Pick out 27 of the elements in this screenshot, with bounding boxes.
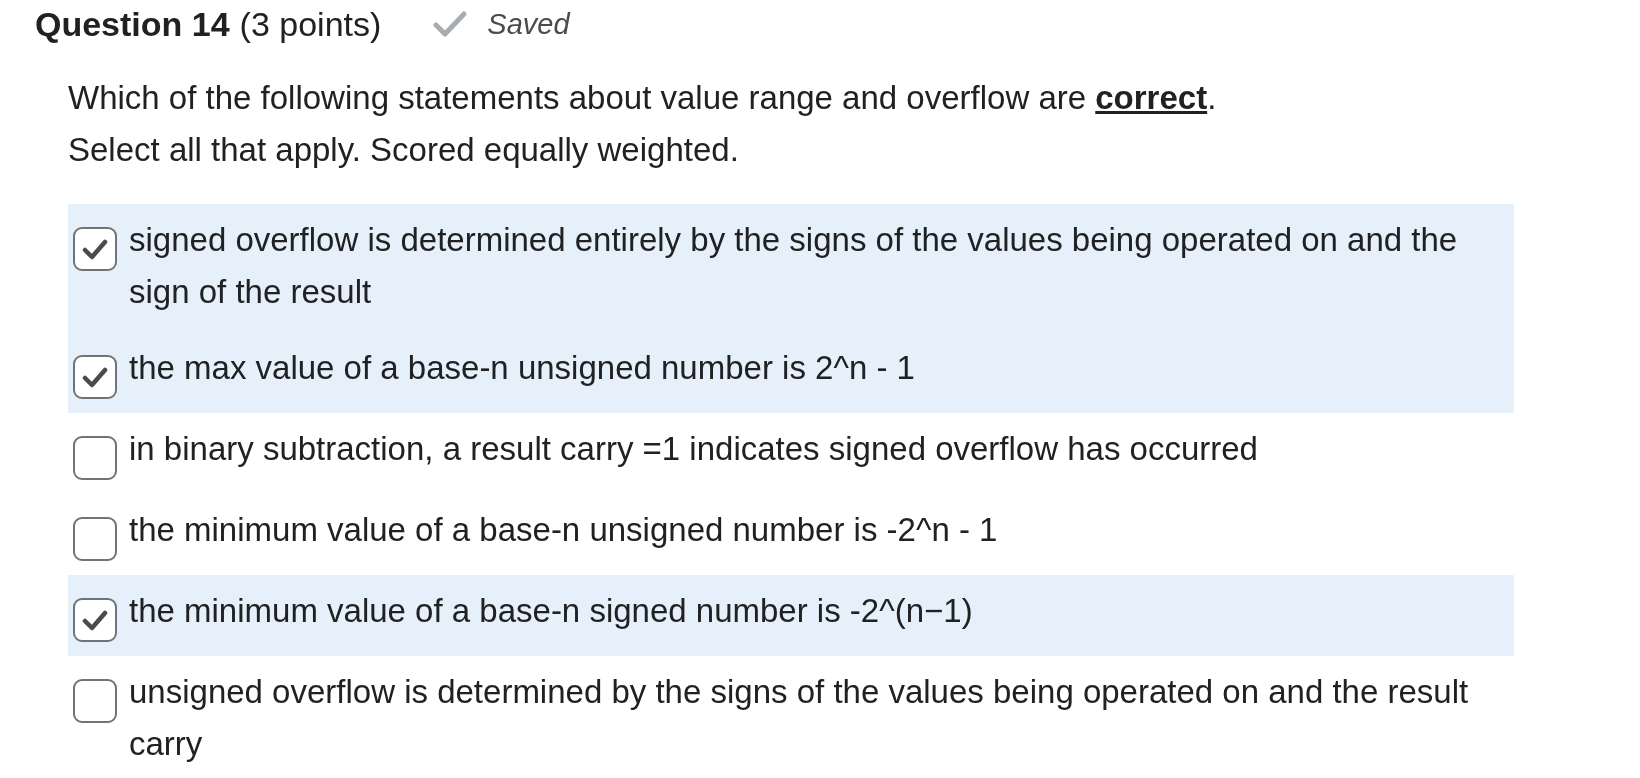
checkmark-icon (82, 366, 108, 388)
option-label: unsigned overflow is determined by the signs of the values being operated on and the result carry (129, 672, 1469, 764)
answer-option[interactable]: unsigned overflow is determined by the signs of the values being operated on and the result carry (68, 656, 1514, 778)
answer-option[interactable]: the max value of a base-n unsigned number is 2^n - 1 (68, 332, 1514, 413)
checkmark-icon (82, 238, 108, 260)
checkbox[interactable] (73, 517, 117, 561)
checkbox[interactable] (73, 436, 117, 480)
checkbox[interactable] (73, 227, 117, 271)
option-label: the minimum value of a base-n unsigned number is -2^n - 1 (129, 510, 999, 550)
answer-option[interactable]: in binary subtraction, a result carry =1 indicates signed overflow has occurred (68, 413, 1514, 494)
option-label: the minimum value of a base-n signed number is -2^(n−1) (129, 591, 974, 631)
check-icon (433, 11, 468, 37)
checkmark-icon (82, 609, 108, 631)
answer-option[interactable]: signed overflow is determined entirely by the signs of the values being operated on and the sign of the result (68, 204, 1514, 332)
answer-option[interactable]: the minimum value of a base-n unsigned number is -2^n - 1 (68, 494, 1514, 575)
checkbox[interactable] (73, 679, 117, 723)
save-status: Saved (487, 7, 570, 41)
question-instructions: Select all that apply. Scored equally weighted. (68, 130, 740, 170)
points-label: (3 points) (239, 4, 382, 44)
option-label: in binary subtraction, a result carry =1 indicates signed overflow has occurred (129, 429, 1259, 469)
question-prompt: Which of the following statements about value range and overflow are correct. (68, 78, 1218, 118)
option-label: the max value of a base-n unsigned number is 2^n - 1 (129, 348, 916, 388)
answer-option[interactable]: the minimum value of a base-n signed number is -2^(n−1) (68, 575, 1514, 656)
checkbox[interactable] (73, 355, 117, 399)
option-label: signed overflow is determined entirely by the signs of the values being operated on and the sign of the result (129, 220, 1459, 312)
question-title: Question 14 (35, 4, 230, 44)
checkbox[interactable] (73, 598, 117, 642)
